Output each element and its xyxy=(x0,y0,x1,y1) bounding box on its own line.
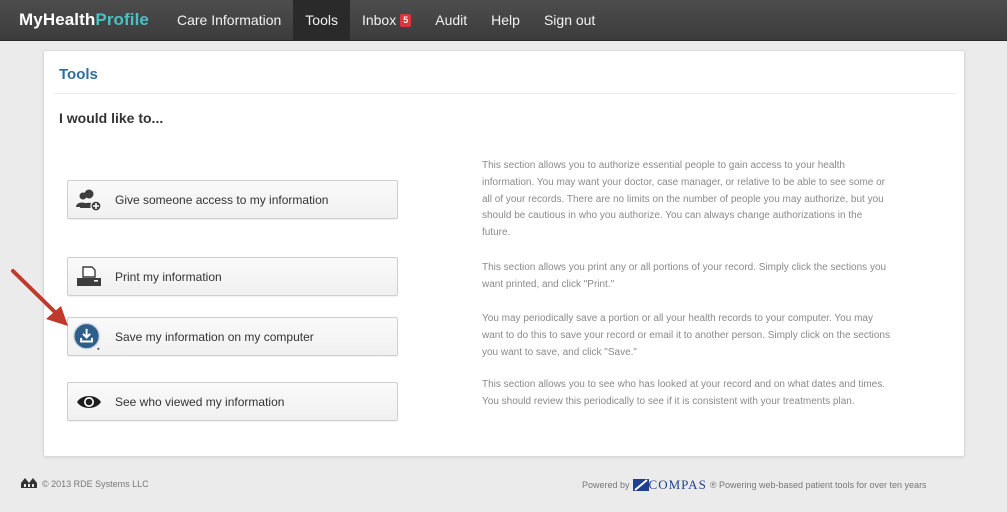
footer-copyright: © 2013 RDE Systems LLC xyxy=(20,477,149,491)
save-to-computer-button[interactable]: Save my information on my computer xyxy=(67,317,398,356)
brand-main: MyHealth xyxy=(19,10,96,29)
page-title: Tools xyxy=(59,66,98,83)
print-button[interactable]: Print my information xyxy=(67,257,398,296)
eye-icon xyxy=(76,389,102,415)
rde-logo-icon xyxy=(20,477,38,491)
nav-inbox[interactable]: Inbox 5 xyxy=(350,0,423,40)
see-who-viewed-button[interactable]: See who viewed my information xyxy=(67,382,398,421)
copyright-text: © 2013 RDE Systems LLC xyxy=(42,479,149,489)
printer-icon xyxy=(76,264,102,290)
compas-logo[interactable]: COMPAS xyxy=(632,477,707,493)
print-label: Print my information xyxy=(115,269,222,284)
pointer-arrow-icon xyxy=(11,269,68,326)
give-access-description: This section allows you to authorize ess… xyxy=(482,160,886,239)
nav-audit-label: Audit xyxy=(435,12,468,28)
give-access-label: Give someone access to my information xyxy=(115,192,329,207)
brand-accent: Profile xyxy=(95,10,149,29)
see-who-viewed-description: This section allows you to see who has l… xyxy=(482,379,886,407)
tools-panel: Tools I would like to... Give someone ac… xyxy=(43,50,965,457)
brand-logo[interactable]: MyHealth Profile xyxy=(0,0,165,40)
add-user-icon xyxy=(76,187,102,213)
section-subheading: I would like to... xyxy=(59,110,164,126)
nav-inbox-label: Inbox xyxy=(361,12,397,28)
save-to-computer-description: You may periodically save a portion or a… xyxy=(482,313,890,358)
nav-help-label: Help xyxy=(491,12,520,28)
tagline-text: ® Powering web-based patient tools for o… xyxy=(709,480,927,490)
give-access-button[interactable]: Give someone access to my information xyxy=(67,180,398,219)
nav-care-information[interactable]: Care Information xyxy=(165,0,293,40)
nav-help[interactable]: Help xyxy=(479,0,532,40)
compas-mark-icon xyxy=(632,479,649,491)
save-to-computer-label: Save my information on my computer xyxy=(115,329,314,344)
powered-by-text: Powered by xyxy=(582,480,630,490)
nav-tools[interactable]: Tools xyxy=(293,0,350,40)
nav-sign-out-label: Sign out xyxy=(543,12,596,28)
nav-sign-out[interactable]: Sign out xyxy=(532,0,607,40)
nav-audit[interactable]: Audit xyxy=(423,0,479,40)
print-description: This section allows you print any or all… xyxy=(482,262,887,290)
download-icon xyxy=(73,322,102,350)
nav-tools-label: Tools xyxy=(305,12,338,28)
title-divider xyxy=(54,93,956,94)
footer-powered-by: Powered by COMPAS ® Powering web-based p… xyxy=(582,477,927,493)
compas-wordmark: COMPAS xyxy=(648,477,707,492)
inbox-count-badge: 5 xyxy=(400,13,412,27)
see-who-viewed-label: See who viewed my information xyxy=(115,394,285,409)
top-navbar: MyHealth Profile Care Information Tools I… xyxy=(0,0,1007,41)
nav-care-information-label: Care Information xyxy=(177,12,282,28)
